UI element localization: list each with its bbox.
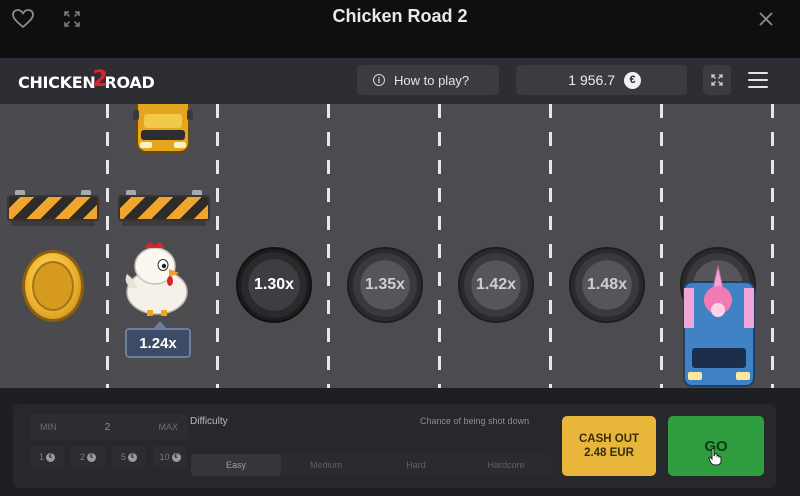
fullscreen-icon[interactable] bbox=[703, 65, 731, 95]
euro-icon: € bbox=[128, 452, 137, 462]
tab-hard[interactable]: Hard bbox=[371, 454, 461, 476]
yellow-car bbox=[133, 104, 193, 153]
bet-amount-row[interactable]: MIN 2 MAX bbox=[30, 414, 188, 440]
close-icon[interactable] bbox=[752, 8, 780, 30]
euro-icon: € bbox=[87, 452, 96, 462]
cash-out-amount: 2.48 EUR bbox=[584, 447, 634, 459]
quick-bet-10[interactable]: 10 € bbox=[153, 446, 187, 468]
road-barrier bbox=[7, 190, 99, 226]
bet-amount-value[interactable]: 2 bbox=[105, 422, 111, 433]
tab-easy[interactable]: Easy bbox=[191, 454, 281, 476]
bet-controls: MIN 2 MAX 1 € 2 € 5 € 10 € bbox=[30, 414, 190, 478]
difficulty-label: Difficulty bbox=[190, 416, 228, 427]
quick-bet-5[interactable]: 5 € bbox=[112, 446, 146, 468]
hand-cursor-icon bbox=[708, 448, 722, 466]
cash-out-button[interactable]: CASH OUT 2.48 EUR bbox=[562, 416, 656, 476]
window-title: Chicken Road 2 bbox=[332, 6, 468, 26]
euro-icon: € bbox=[624, 71, 641, 89]
tab-medium[interactable]: Medium bbox=[281, 454, 371, 476]
control-panel-inner: MIN 2 MAX 1 € 2 € 5 € 10 € Difficulty Chance… bbox=[13, 404, 776, 488]
game-road: 1.24x 1.30x 1.35x 1.42x 1.48x bbox=[0, 104, 800, 388]
lane-divider bbox=[106, 104, 109, 388]
min-bet-button[interactable]: MIN bbox=[40, 422, 57, 432]
game-logo: CHICKEN 2 ROAD bbox=[18, 66, 155, 92]
how-to-play-label: How to play? bbox=[394, 72, 470, 88]
sidewalk bbox=[0, 104, 107, 388]
difficulty-selector: Easy Medium Hard Hardcore bbox=[191, 454, 551, 476]
go-button[interactable]: GO bbox=[668, 416, 764, 476]
lane-divider bbox=[660, 104, 663, 388]
road-barrier bbox=[118, 190, 210, 226]
hamburger-menu-icon[interactable] bbox=[748, 72, 768, 88]
tab-hardcore[interactable]: Hardcore bbox=[461, 454, 551, 476]
chicken-character bbox=[125, 242, 188, 316]
max-bet-button[interactable]: MAX bbox=[158, 422, 178, 432]
euro-icon: € bbox=[46, 452, 55, 462]
lane-divider bbox=[771, 104, 774, 388]
lane-divider bbox=[216, 104, 219, 388]
window-titlebar: Chicken Road 2 bbox=[0, 0, 800, 58]
lane-divider bbox=[438, 104, 441, 388]
lane-divider bbox=[327, 104, 330, 388]
multiplier-manhole[interactable]: 1.42x bbox=[458, 247, 534, 323]
lane-divider bbox=[549, 104, 552, 388]
chance-label: Chance of being shot down bbox=[420, 416, 530, 426]
how-to-play-button[interactable]: i How to play? bbox=[357, 65, 499, 95]
multiplier-manhole[interactable]: 1.30x bbox=[236, 247, 312, 323]
balance-amount: 1 956.7 bbox=[568, 72, 615, 88]
info-icon: i bbox=[373, 74, 385, 86]
quick-bet-1[interactable]: 1 € bbox=[30, 446, 64, 468]
ice-cream-truck bbox=[683, 265, 755, 387]
balance-display: 1 956.7 € bbox=[516, 65, 687, 95]
game-header: CHICKEN 2 ROAD i How to play? 1 956.7 € bbox=[0, 58, 800, 104]
multiplier-manhole[interactable]: 1.35x bbox=[347, 247, 423, 323]
quick-bet-2[interactable]: 2 € bbox=[71, 446, 105, 468]
gold-coin-icon bbox=[22, 250, 84, 322]
current-multiplier-badge: 1.24x bbox=[125, 321, 191, 358]
cash-out-label: CASH OUT bbox=[578, 433, 640, 445]
euro-icon: € bbox=[171, 452, 181, 462]
multiplier-manhole[interactable]: 1.48x bbox=[569, 247, 645, 323]
